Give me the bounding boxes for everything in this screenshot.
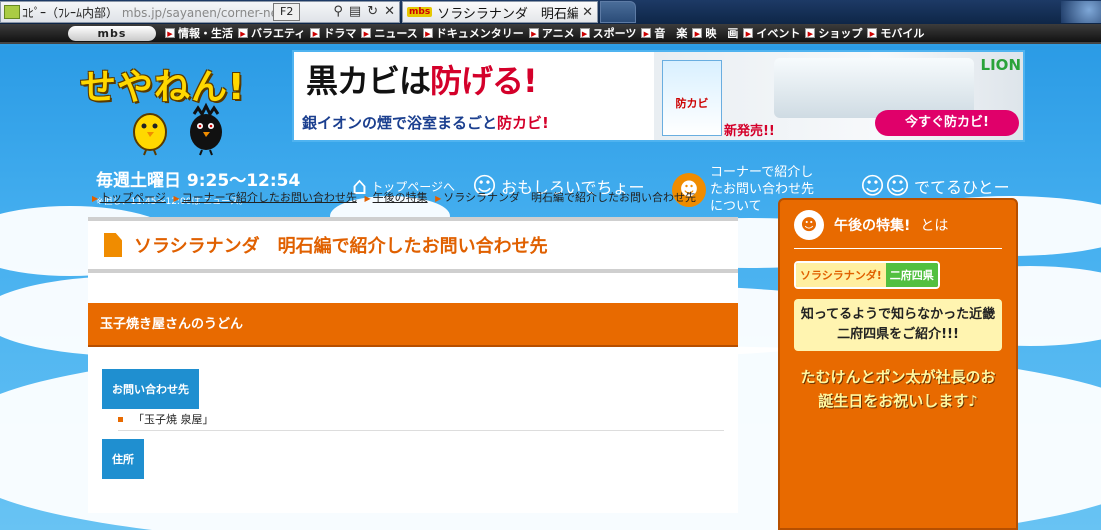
play-arrow-icon: ▶: [422, 28, 433, 38]
address-bar[interactable]: ｺﾋﾟｰ（ﾌﾚｰﾑ内部） mbs.jp/sayanen/corner-ne...…: [0, 1, 400, 23]
breadcrumb: ▶ トップページ ▶ コーナーで紹介したお問い合わせ先 ▶ 午後の特集 ▶ ソラシラナン…: [92, 191, 697, 204]
mascot-face-icon: ☻: [794, 210, 824, 240]
page-title: ソラシラナンダ 明石編で紹介したお問い合わせ先: [134, 236, 548, 257]
tab-title: ソラシラナンダ 明石編...: [437, 6, 579, 22]
mbs-nav-label: 音 楽: [654, 27, 688, 40]
sidebar-heading-suffix: とは: [920, 218, 949, 234]
address-url[interactable]: ｺﾋﾟｰ（ﾌﾚｰﾑ内部） mbs.jp/sayanen/corner-ne...: [22, 4, 290, 21]
mbs-nav-item[interactable]: ▶ バラエティ: [238, 25, 305, 41]
mbs-nav-label: ドキュメンタリー: [435, 27, 524, 40]
browser-tab[interactable]: mbs ソラシラナンダ 明石編... ✕: [402, 1, 598, 23]
tag-icon: [104, 233, 122, 257]
mbs-nav-label: スポーツ: [592, 27, 637, 40]
mbs-nav-item[interactable]: ▶ イベント: [743, 25, 800, 41]
mbs-nav-item[interactable]: ▶ ドラマ: [310, 25, 356, 41]
play-arrow-icon: ▶: [361, 28, 372, 38]
address-icons: ⚲ ▤ ↻ ✕: [333, 4, 395, 19]
mbs-nav-items: ▶ 情報・生活 ▶ バラエティ ▶ ドラマ ▶ ニュース ▶ ドキュメンタリー ▶ アニメ ▶ スポーツ ▶…: [160, 25, 924, 41]
mbs-nav-item[interactable]: ▶ ドキュメンタリー: [422, 25, 524, 41]
ad-bathroom-image: [774, 58, 974, 118]
mbs-nav-item[interactable]: ▶ ニュース: [361, 25, 418, 41]
mbs-nav-label: ショップ: [818, 27, 863, 40]
bullet-icon: [118, 416, 123, 422]
play-arrow-icon: ▶: [743, 28, 754, 38]
breadcrumb-corner[interactable]: コーナーで紹介したお問い合わせ先: [182, 191, 357, 204]
tab-close-icon[interactable]: ✕: [582, 5, 593, 20]
sidebar-badge[interactable]: ソラシラナンダ! 二府四県: [794, 261, 940, 289]
play-arrow-icon: ▶: [641, 28, 652, 38]
play-arrow-icon: ▶: [528, 28, 539, 38]
mbs-nav-label: ニュース: [374, 27, 418, 40]
play-arrow-icon: ▶: [867, 28, 878, 38]
mbs-nav-label: 映 画: [705, 27, 739, 40]
play-arrow-icon: ▶: [165, 28, 175, 38]
contact-label: お問い合わせ先: [102, 369, 199, 409]
sidebar-description: 知ってるようで知らなかった近畿二府四県をご紹介!!!: [794, 299, 1002, 351]
mbs-nav-item[interactable]: ▶ モバイル: [867, 25, 924, 41]
mbs-nav-item[interactable]: ▶ 映 画: [692, 25, 738, 41]
sidebar-description-2: たむけんとポン太が社長のお誕生日をお祝いします♪: [800, 368, 996, 410]
mbs-global-nav: mbs ▶ 情報・生活 ▶ バラエティ ▶ ドラマ ▶ ニュース ▶ ドキュメンタリー ▶ アニメ ▶ ス…: [0, 24, 1101, 44]
nav-cast[interactable]: ☺☺ でてるひとー: [860, 172, 1010, 200]
yellow-chick-icon: [133, 113, 167, 156]
ad-subline: 銀イオンの煙で浴室まるごと防カビ!: [302, 114, 549, 132]
section-title: 玉子焼き屋さんのうどん: [88, 303, 738, 347]
mbs-nav-label: モバイル: [880, 27, 925, 40]
search-icon[interactable]: ⚲: [333, 4, 343, 19]
mbs-nav-label: イベント: [756, 27, 801, 40]
mbs-nav-item[interactable]: ▶ スポーツ: [579, 25, 637, 41]
play-arrow-icon: ▶: [692, 28, 703, 38]
compat-view-icon[interactable]: ▤: [349, 4, 361, 19]
ad-headline: 黒カビは防げる!: [306, 62, 538, 100]
sidebar-heading: 午後の特集!: [834, 218, 911, 234]
contact-value: 「玉子焼 泉屋」: [133, 413, 214, 426]
play-arrow-icon: ▶: [805, 28, 816, 38]
breadcrumb-feature[interactable]: 午後の特集: [373, 191, 428, 204]
content-panel: 玉子焼き屋さんのうどん お問い合わせ先 「玉子焼 泉屋」 住所: [88, 273, 738, 513]
ad-new-sale: 新発売!!: [724, 124, 775, 139]
page-favicon-icon: [4, 5, 20, 19]
browser-chrome: ｺﾋﾟｰ（ﾌﾚｰﾑ内部） mbs.jp/sayanen/corner-ne...…: [0, 0, 1101, 24]
black-chick-icon: [190, 102, 222, 156]
address-section: 住所: [102, 439, 738, 479]
copy-hint: ｺﾋﾟｰ（ﾌﾚｰﾑ内部）: [22, 5, 119, 20]
play-arrow-icon: ▶: [579, 28, 590, 38]
contact-section: お問い合わせ先: [102, 369, 738, 409]
cast-faces-icon: ☺☺: [860, 172, 911, 200]
play-arrow-icon: ▶: [310, 28, 321, 38]
mbs-nav-item[interactable]: ▶ アニメ: [528, 25, 575, 41]
mbs-nav-label: 情報・生活: [178, 27, 233, 40]
feature-sidebar: ☻ 午後の特集! とは ソラシラナンダ! 二府四県 知ってるようで知らなかった近…: [778, 198, 1018, 530]
contact-item: 「玉子焼 泉屋」: [118, 411, 724, 431]
play-arrow-icon: ▶: [238, 28, 248, 38]
sidebar-header: ☻ 午後の特集! とは: [794, 210, 1002, 249]
refresh-icon[interactable]: ↻: [367, 4, 378, 19]
window-decoration: [1061, 1, 1101, 23]
mbs-nav-item[interactable]: ▶ ショップ: [805, 25, 862, 41]
page-title-box: ソラシラナンダ 明石編で紹介したお問い合わせ先: [88, 217, 738, 273]
main-content: ▶ トップページ ▶ コーナーで紹介したお問い合わせ先 ▶ 午後の特集 ▶ ソラシラナン…: [88, 189, 738, 513]
breadcrumb-current: ソラシラナンダ 明石編で紹介したお問い合わせ先: [443, 191, 697, 204]
mbs-nav-item[interactable]: ▶ 情報・生活: [165, 25, 233, 41]
mbs-nav-label: アニメ: [541, 27, 575, 40]
ad-banner[interactable]: 黒カビは防げる! 銀イオンの煙で浴室まるごと防カビ! 防カビ LION 新発売!…: [292, 50, 1025, 142]
mbs-nav-item[interactable]: ▶ 音 楽: [641, 25, 687, 41]
mbs-nav-label: バラエティ: [251, 27, 306, 40]
breadcrumb-top[interactable]: トップページ: [100, 191, 166, 204]
address-label: 住所: [102, 439, 144, 479]
stop-icon[interactable]: ✕: [384, 4, 395, 19]
broadcast-schedule: 毎週土曜日 9:25～12:54: [96, 171, 301, 191]
new-tab-button[interactable]: [600, 1, 636, 23]
ad-cta-button[interactable]: 今すぐ防カビ!: [875, 110, 1019, 136]
ad-brand-logo: LION: [980, 56, 1021, 74]
shortcut-tooltip: F2: [273, 3, 301, 21]
mbs-logo[interactable]: mbs: [68, 25, 156, 41]
mbs-nav-label: ドラマ: [323, 27, 357, 40]
ad-product-image: 防カビ: [662, 60, 722, 136]
tab-favicon: mbs: [407, 7, 433, 17]
